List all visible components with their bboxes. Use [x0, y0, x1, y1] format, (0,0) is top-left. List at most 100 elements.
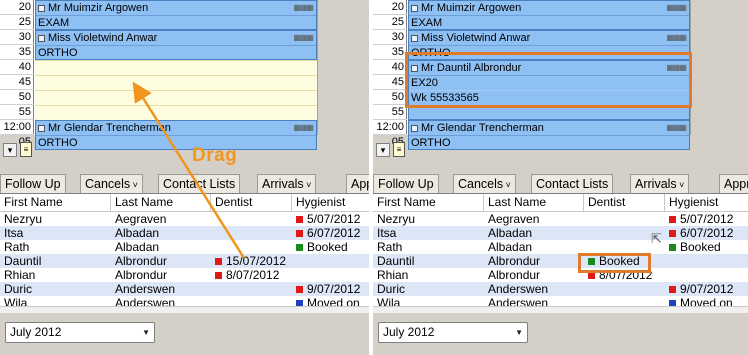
time-label: 25: [373, 15, 407, 30]
slot-divider: [35, 75, 317, 76]
tab-contact-lists[interactable]: Contact Lists: [158, 174, 241, 193]
column-header[interactable]: First Name: [373, 194, 484, 212]
patient-name: Miss Violetwind Anwar: [421, 32, 531, 44]
table-row[interactable]: Dauntil Albrondur 15/07/2012: [0, 254, 369, 268]
column-header[interactable]: Last Name: [484, 194, 584, 212]
table-row[interactable]: Nezryu Aegraven 5/07/2012: [0, 212, 369, 226]
clipboard-icon[interactable]: ≡: [20, 142, 32, 157]
month-select[interactable]: July 2012 ▼: [378, 322, 528, 343]
appointment-grip-icon[interactable]: ▦▦▦: [666, 1, 687, 15]
table-row[interactable]: Duric Anderswen 9/07/2012: [373, 282, 748, 296]
hygienist-cell: 6/07/2012: [292, 226, 360, 240]
time-label: 25: [0, 15, 34, 30]
chevron-down-icon[interactable]: ˅: [304, 180, 311, 190]
appointment-grip-icon[interactable]: ▦▦▦: [293, 121, 314, 135]
appointment-grip-icon[interactable]: ▦▦▦: [293, 31, 314, 45]
first-name-cell: Rath: [377, 240, 403, 254]
appointment-grip-icon[interactable]: ▦▦▦: [293, 1, 314, 15]
appointment-checkbox[interactable]: [38, 4, 45, 12]
hygienist-status: 6/07/2012: [307, 226, 361, 240]
appointment-checkbox[interactable]: [411, 124, 418, 132]
patient-name: Miss Violetwind Anwar: [48, 32, 158, 44]
table-row[interactable]: Rhian Albrondur 8/07/2012: [0, 268, 369, 282]
tab-cancels[interactable]: Cancels ˅: [80, 174, 143, 193]
month-select[interactable]: July 2012 ▼: [5, 322, 155, 343]
tab-contact-lists[interactable]: Contact Lists: [531, 174, 614, 193]
table-row[interactable]: Rhian Albrondur 8/07/2012: [373, 268, 748, 282]
appointment-grip-icon[interactable]: ▦▦▦: [666, 121, 687, 135]
tab-approva[interactable]: Approva: [719, 174, 748, 193]
tab-approva[interactable]: Approva: [346, 174, 369, 193]
tab-label: Approva: [724, 177, 748, 191]
table-row[interactable]: Duric Anderswen 9/07/2012: [0, 282, 369, 296]
column-header[interactable]: Last Name: [111, 194, 211, 212]
first-name-cell: Rhian: [377, 268, 409, 282]
time-label: 45: [0, 75, 34, 90]
appointment-slots[interactable]: Mr Muimzir Argowen ▦▦▦ EXAM Miss Violetwind…: [35, 0, 317, 150]
table-row[interactable]: Itsa Albadan 6/07/2012: [0, 226, 369, 240]
table-row[interactable]: Nezryu Aegraven 5/07/2012: [373, 212, 748, 226]
chevron-down-icon[interactable]: ▼: [515, 323, 523, 342]
table-row[interactable]: Rath Albadan Booked: [373, 240, 748, 254]
first-name-cell: Duric: [377, 282, 406, 296]
appointment-checkbox[interactable]: [38, 124, 45, 132]
table-row[interactable]: Dauntil Albrondur Booked: [373, 254, 748, 268]
status-square-icon: [669, 286, 676, 293]
appointment-checkbox[interactable]: [38, 34, 45, 42]
clipboard-icon[interactable]: ≡: [393, 142, 405, 157]
first-name-cell: Rath: [4, 240, 30, 254]
column-header[interactable]: Dentist: [584, 194, 665, 212]
patient-name: Mr Muimzir Argowen: [421, 2, 522, 14]
status-square-icon: [588, 272, 595, 279]
chevron-down-icon[interactable]: ˅: [503, 180, 511, 190]
appointment-block[interactable]: Mr Muimzir Argowen ▦▦▦ EXAM: [408, 0, 690, 30]
horizontal-scrollbar[interactable]: [373, 306, 748, 313]
appointment-block[interactable]: Miss Violetwind Anwar ▦▦▦ ORTHO: [35, 30, 317, 60]
tab-label: Contact Lists: [536, 177, 609, 191]
hygienist-status: 9/07/2012: [307, 282, 361, 296]
tab-cancels[interactable]: Cancels ˅: [453, 174, 516, 193]
status-square-icon: [296, 230, 303, 237]
hygienist-cell: [665, 254, 669, 268]
drag-label: Drag: [192, 145, 238, 166]
column-header[interactable]: Hygienist: [665, 194, 748, 212]
dentist-status: 15/07/2012: [226, 254, 287, 268]
chevron-down-icon[interactable]: ˅: [130, 180, 138, 190]
hygienist-status: Booked: [680, 240, 721, 254]
column-header[interactable]: Hygienist: [292, 194, 369, 212]
horizontal-scrollbar[interactable]: [0, 306, 369, 313]
status-square-icon: [669, 230, 676, 237]
status-square-icon: [215, 272, 222, 279]
patient-name: Mr Muimzir Argowen: [48, 2, 149, 14]
appointment-detail: ORTHO: [36, 46, 316, 59]
appointment-grip-icon[interactable]: ▦▦▦: [666, 31, 687, 45]
table-row[interactable]: Itsa Albadan 6/07/2012: [373, 226, 748, 240]
appointment-checkbox[interactable]: [411, 34, 418, 42]
column-header[interactable]: Dentist: [211, 194, 292, 212]
appointment-detail: [409, 106, 689, 119]
slot-divider: [35, 90, 317, 91]
appointment-checkbox[interactable]: [411, 4, 418, 12]
tab-arrivals[interactable]: Arrivals ˅: [630, 174, 690, 193]
chevron-down-icon[interactable]: ▾: [376, 143, 390, 157]
hygienist-status: 9/07/2012: [680, 282, 734, 296]
chevron-down-icon[interactable]: ▼: [142, 323, 150, 342]
chevron-down-icon[interactable]: ▾: [3, 143, 17, 157]
appointment-block[interactable]: Mr Muimzir Argowen ▦▦▦ EXAM: [35, 0, 317, 30]
tab-follow-up[interactable]: Follow Up: [373, 174, 439, 193]
chevron-down-icon[interactable]: ˅: [677, 180, 684, 190]
dentist-cell: [584, 226, 588, 240]
hygienist-status: 5/07/2012: [680, 212, 734, 226]
first-name-cell: Itsa: [4, 226, 24, 240]
time-label: 35: [0, 45, 34, 60]
hygienist-cell: Booked: [665, 240, 721, 254]
dentist-cell: [584, 282, 588, 296]
tab-arrivals[interactable]: Arrivals ˅: [257, 174, 317, 193]
column-header[interactable]: First Name: [0, 194, 111, 212]
table-row[interactable]: Rath Albadan Booked: [0, 240, 369, 254]
dentist-cell: 15/07/2012: [211, 254, 286, 268]
tab-follow-up[interactable]: Follow Up: [0, 174, 66, 193]
schedule-next-column: [690, 0, 748, 135]
dentist-cell: [211, 282, 215, 296]
appointment-header: Mr Muimzir Argowen ▦▦▦: [36, 1, 316, 16]
